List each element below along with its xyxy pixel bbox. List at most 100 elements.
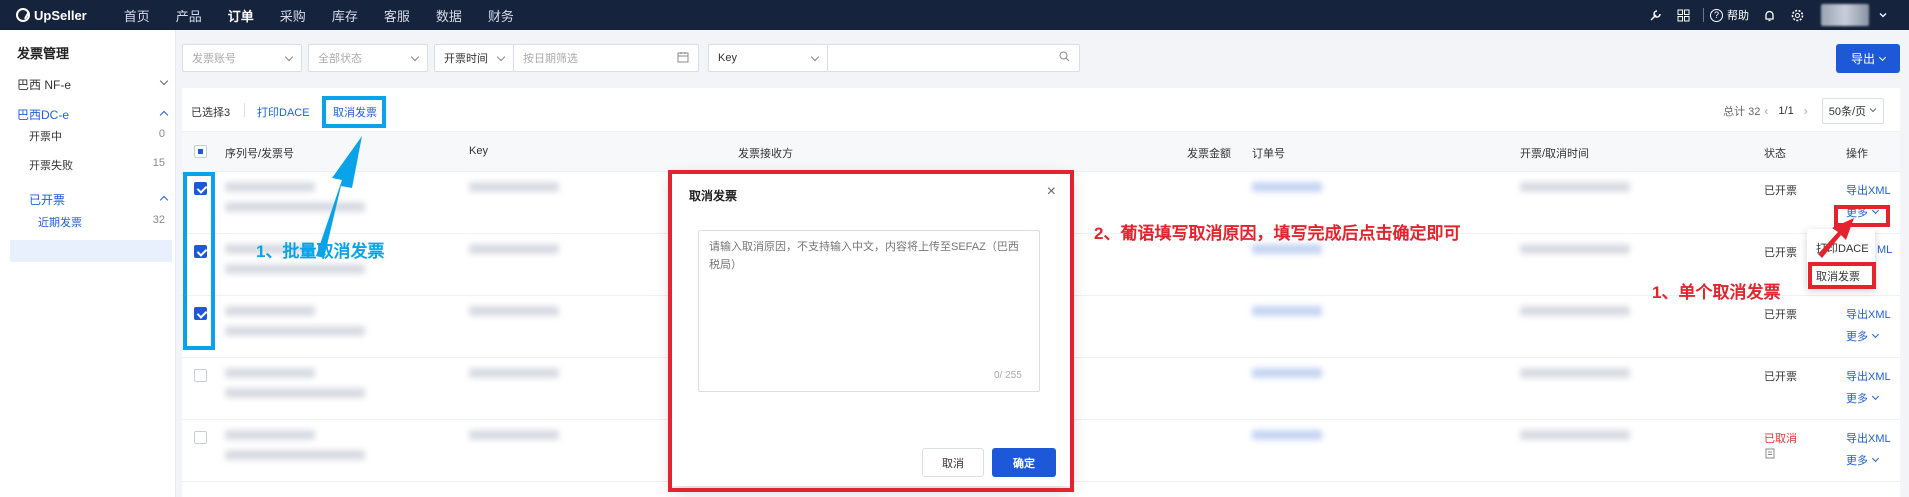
time-value: [1520, 244, 1630, 254]
page-size-select[interactable]: 50条/页: [1821, 98, 1884, 124]
serial-value: [225, 430, 315, 440]
nav-item-data[interactable]: 数据: [436, 6, 462, 25]
export-xml-link[interactable]: 导出XML: [1846, 368, 1891, 384]
nav-item-inventory[interactable]: 库存: [332, 6, 358, 25]
chevron-down-icon: [1878, 53, 1887, 61]
help-label: 帮助: [1727, 10, 1749, 22]
nav-item-orders[interactable]: 订单: [228, 6, 254, 25]
pagination: 总计 32 ‹ 1/1 › 50条/页: [1723, 98, 1884, 124]
sidebar-group-dce[interactable]: 巴西DC-e: [17, 106, 169, 123]
select-all-checkbox[interactable]: [194, 145, 207, 158]
bell-icon[interactable]: [1762, 8, 1776, 22]
search-icon: [1059, 51, 1070, 65]
chevron-up-icon: [159, 110, 169, 120]
chevron-up-icon: [159, 195, 169, 205]
nav-item-service[interactable]: 客服: [384, 6, 410, 25]
avatar[interactable]: [1821, 4, 1869, 26]
sidebar-group-issued[interactable]: 已开票: [29, 191, 169, 208]
sidebar-item-label: 开票失败: [29, 160, 73, 172]
checkbox-highlight-box: [183, 172, 215, 350]
time-value: [1520, 306, 1630, 316]
more-actions-button[interactable]: 更多: [1846, 390, 1880, 406]
chevron-down-icon: [1871, 330, 1880, 339]
total-count: 总计 32: [1723, 106, 1761, 118]
order-no-value: [1252, 182, 1322, 192]
order-no-value: [1252, 244, 1322, 254]
sidebar-title: 发票管理: [17, 46, 70, 61]
invoice-no-value: [225, 264, 365, 274]
row-checkbox[interactable]: [194, 369, 207, 382]
sidebar-group-label: 已开票: [29, 193, 66, 207]
serial-value: [225, 306, 315, 316]
key-select[interactable]: Key: [708, 44, 828, 72]
nav-item-home[interactable]: 首页: [124, 6, 150, 25]
key-value: [469, 306, 559, 316]
sidebar-group-nfe[interactable]: 巴西 NF-e: [17, 76, 169, 93]
serial-value: [225, 368, 315, 378]
order-no-value: [1252, 430, 1322, 440]
apps-grid-icon[interactable]: [1676, 8, 1690, 22]
sidebar-active-highlight: [10, 240, 172, 262]
modal-highlight-box: [668, 170, 1074, 492]
help-link[interactable]: ? 帮助: [1710, 7, 1749, 23]
chevron-down-icon[interactable]: [1876, 8, 1890, 22]
wrench-icon[interactable]: [1648, 8, 1662, 22]
select-placeholder: 全部状态: [318, 53, 362, 65]
time-type-select[interactable]: 开票时间: [434, 44, 514, 72]
export-button[interactable]: 导出: [1836, 44, 1900, 73]
time-value: [1520, 368, 1630, 378]
chevron-down-icon: [1871, 454, 1880, 463]
logo-icon: [16, 8, 30, 22]
invoice-account-select[interactable]: 发票账号: [182, 44, 302, 72]
annotation-fill-reason: 2、葡语填写取消原因，填写完成后点击确定即可: [1094, 224, 1461, 243]
sidebar-item-failed[interactable]: 开票失败 15: [29, 157, 165, 173]
status-badge: 已开票: [1764, 185, 1797, 197]
export-xml-link[interactable]: 导出XML: [1846, 182, 1891, 198]
more-actions-button[interactable]: 更多: [1846, 328, 1880, 344]
status-badge: 已开票: [1764, 247, 1797, 259]
document-icon[interactable]: [1765, 448, 1775, 462]
select-placeholder: 发票账号: [192, 53, 236, 65]
export-xml-link[interactable]: 导出XML: [1846, 306, 1891, 322]
invoice-no-value: [225, 326, 365, 336]
sidebar-item-issuing[interactable]: 开票中 0: [29, 128, 165, 144]
date-range-picker[interactable]: 按日期筛选: [513, 44, 699, 72]
time-value: [1520, 182, 1630, 192]
sidebar-group-label: 巴西 NF-e: [17, 78, 72, 92]
col-key: Key: [469, 145, 488, 157]
invoice-no-value: [225, 202, 365, 212]
order-no-value: [1252, 306, 1322, 316]
row-checkbox[interactable]: [194, 431, 207, 444]
status-badge: 已取消: [1764, 433, 1797, 445]
more-actions-button[interactable]: 更多: [1846, 452, 1880, 468]
status-select[interactable]: 全部状态: [308, 44, 428, 72]
export-xml-link[interactable]: 导出XML: [1846, 430, 1891, 446]
col-serial: 序列号/发票号: [225, 148, 295, 160]
nav-item-finance[interactable]: 财务: [488, 6, 514, 25]
export-xml-link[interactable]: ML: [1877, 244, 1892, 256]
more-label: 更多: [1846, 331, 1868, 343]
prev-page-icon[interactable]: ‹: [1764, 104, 1768, 118]
upseller-logo[interactable]: UpSeller: [16, 8, 87, 23]
calendar-icon: [677, 51, 689, 66]
batch-print-dace-button[interactable]: 打印DACE: [257, 104, 310, 120]
nav-item-products[interactable]: 产品: [176, 6, 202, 25]
chevron-down-icon: [410, 52, 420, 61]
gear-icon[interactable]: [1790, 8, 1804, 22]
annotation-batch-cancel: 1、批量取消发票: [256, 242, 385, 261]
sidebar: 发票管理 巴西 NF-e 巴西DC-e 开票中 0 开票失败 15 已开票 近期…: [0, 30, 176, 497]
menu-item-print-dace[interactable]: 打印DACE: [1816, 240, 1869, 256]
toolbar-divider: [244, 103, 245, 117]
chevron-down-icon: [284, 52, 294, 61]
search-input[interactable]: [827, 44, 1080, 72]
selected-count: 已选择3: [191, 107, 231, 119]
next-page-icon[interactable]: ›: [1804, 104, 1808, 118]
serial-value: [225, 182, 315, 192]
table-toolbar: 已选择3 打印DACE 取消发票 总计 32 ‹ 1/1 › 50条/页: [182, 88, 1900, 132]
nav-item-purchase[interactable]: 采购: [280, 6, 306, 25]
cancel-menu-highlight-box: [1808, 262, 1876, 289]
select-value: Key: [718, 52, 737, 64]
key-value: [469, 244, 559, 254]
chevron-down-icon: [810, 52, 820, 61]
sidebar-item-recent-invoices[interactable]: 近期发票 32: [38, 214, 165, 230]
